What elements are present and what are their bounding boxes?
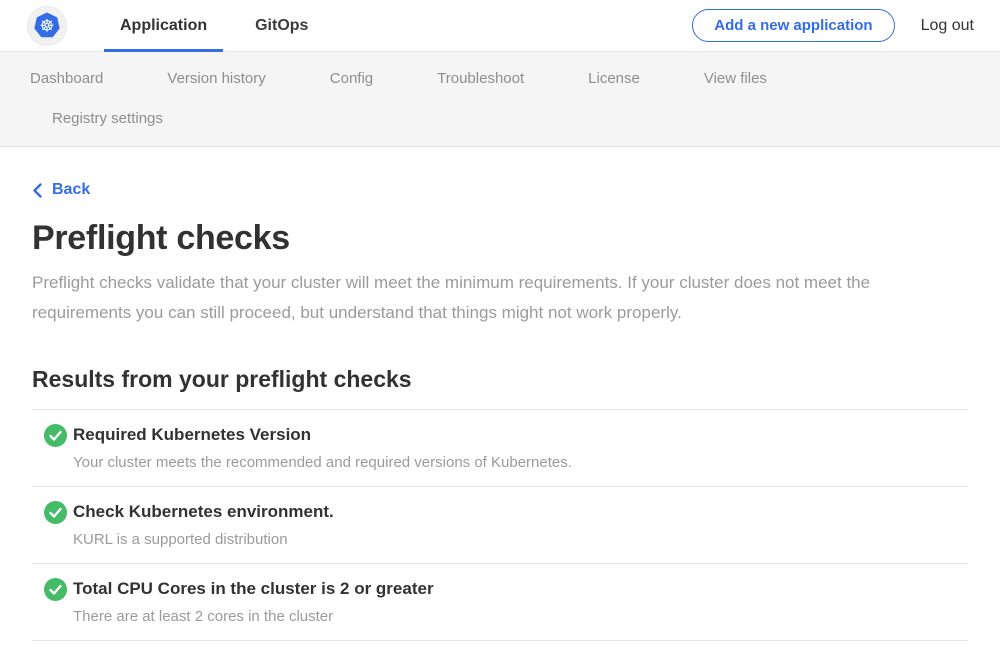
check-title: Check Kubernetes environment. [73, 502, 334, 522]
add-new-application-button[interactable]: Add a new application [692, 9, 894, 42]
preflight-check-row: Total CPU Cores in the cluster is 2 or g… [32, 564, 968, 641]
check-message: There are at least 2 cores in the cluste… [73, 608, 434, 625]
subnav-item-registry-settings[interactable]: Registry settings [52, 110, 163, 127]
app-subnav: Dashboard Version history Config Trouble… [0, 52, 1000, 147]
check-body: Total CPU Cores in the cluster is 2 or g… [73, 579, 434, 625]
subnav-row-1: Dashboard Version history Config Trouble… [30, 58, 1000, 98]
check-circle-icon [44, 501, 67, 524]
page-description: Preflight checks validate that your clus… [32, 268, 962, 328]
tab-application[interactable]: Application [104, 0, 223, 51]
navbar-spacer [324, 0, 692, 51]
top-navbar: ☸ Application GitOps Add a new applicati… [0, 0, 1000, 52]
subnav-row-2: Registry settings [30, 98, 1000, 138]
page-title: Preflight checks [32, 219, 968, 258]
subnav-item-dashboard[interactable]: Dashboard [30, 70, 103, 87]
subnav-item-version-history[interactable]: Version history [167, 70, 265, 87]
check-message: KURL is a supported distribution [73, 531, 334, 548]
check-body: Check Kubernetes environment. KURL is a … [73, 502, 334, 548]
check-circle-icon [44, 424, 67, 447]
subnav-item-license[interactable]: License [588, 70, 640, 87]
subnav-item-view-files[interactable]: View files [704, 70, 767, 87]
tab-gitops-label: GitOps [255, 17, 308, 35]
check-title: Total CPU Cores in the cluster is 2 or g… [73, 579, 434, 599]
back-link[interactable]: Back [32, 181, 90, 199]
preflight-check-row: Required Kubernetes Version Your cluster… [32, 410, 968, 487]
logout-link[interactable]: Log out [921, 17, 976, 35]
subnav-item-config[interactable]: Config [330, 70, 373, 87]
check-title: Required Kubernetes Version [73, 425, 572, 445]
check-message: Your cluster meets the recommended and r… [73, 454, 572, 471]
back-link-label: Back [52, 181, 90, 199]
check-body: Required Kubernetes Version Your cluster… [73, 425, 572, 471]
svg-text:☸: ☸ [39, 16, 54, 36]
chevron-left-icon [32, 183, 43, 198]
kubernetes-logo-icon: ☸ [28, 7, 66, 45]
results-heading: Results from your preflight checks [32, 366, 968, 393]
subnav-item-troubleshoot[interactable]: Troubleshoot [437, 70, 524, 87]
tab-application-label: Application [120, 17, 207, 35]
preflight-results-list: Required Kubernetes Version Your cluster… [32, 409, 968, 641]
tab-gitops[interactable]: GitOps [239, 0, 324, 51]
check-circle-icon [44, 578, 67, 601]
main-content: Back Preflight checks Preflight checks v… [0, 147, 1000, 666]
preflight-check-row: Check Kubernetes environment. KURL is a … [32, 487, 968, 564]
